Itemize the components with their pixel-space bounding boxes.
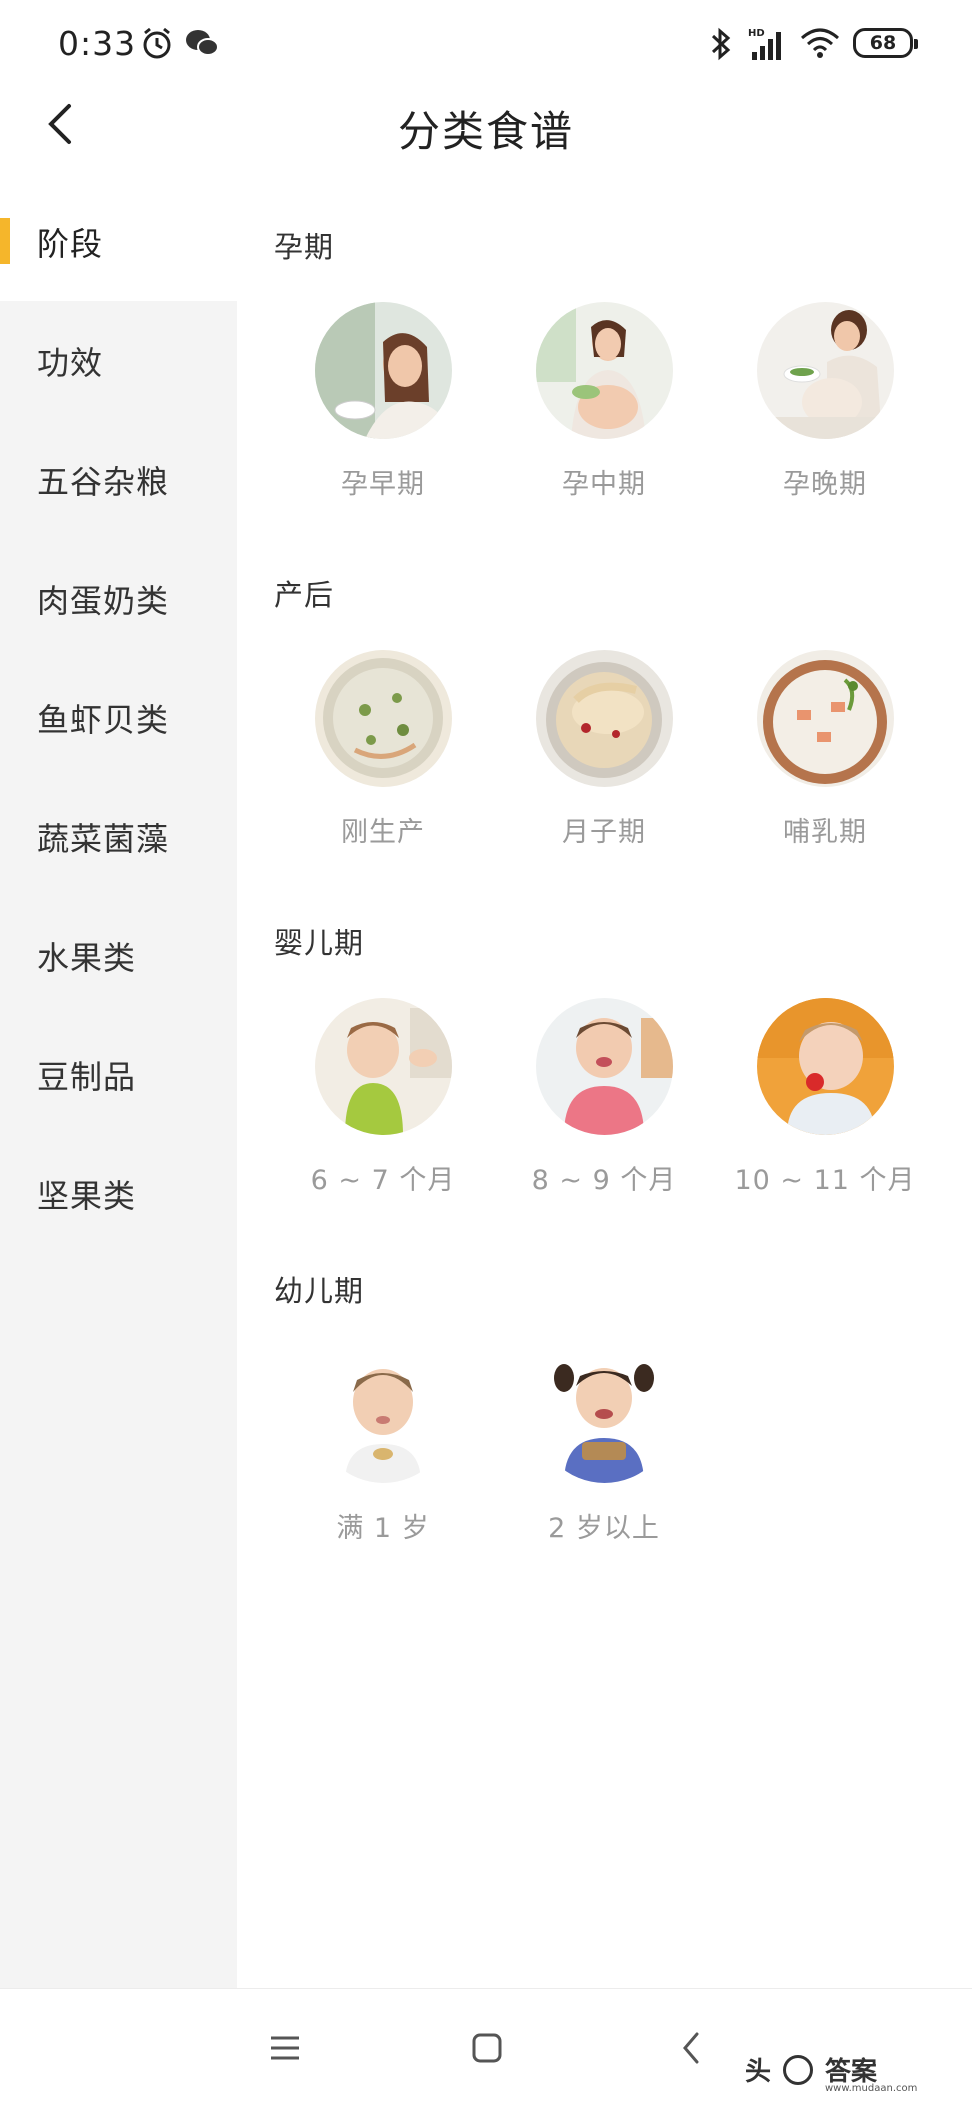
category-label: 2 岁以上 [548, 1513, 660, 1544]
category-label: 满 1 岁 [336, 1513, 430, 1544]
sidebar-item-grains[interactable]: 五谷杂粮 [0, 420, 237, 539]
category-photo [536, 1346, 673, 1483]
svg-text:HD: HD [748, 28, 765, 39]
category-label: 8 ~ 9 个月 [531, 1165, 677, 1196]
sidebar-item-soy[interactable]: 豆制品 [0, 1015, 237, 1134]
category-item[interactable]: 刚生产 [273, 650, 493, 850]
section-title: 产后 [274, 578, 335, 612]
sidebar-item-label: 鱼虾贝类 [37, 700, 170, 739]
sidebar-item-label: 水果类 [37, 938, 137, 977]
category-item[interactable]: 孕晚期 [715, 302, 935, 502]
status-time: 0:33 [58, 24, 137, 63]
back-chevron-icon [681, 2031, 701, 2069]
category-item[interactable]: 8 ~ 9 个月 [494, 998, 714, 1198]
sidebar-item-label: 五谷杂粮 [37, 462, 170, 501]
home-button[interactable] [462, 2025, 512, 2075]
page-title: 分类食谱 [397, 107, 574, 156]
menu-icon [269, 2034, 301, 2066]
category-item[interactable]: 哺乳期 [715, 650, 935, 850]
category-label: 哺乳期 [783, 817, 867, 848]
sidebar-item-seafood[interactable]: 鱼虾贝类 [0, 658, 237, 777]
category-photo [536, 302, 673, 439]
status-bar: 0:33 HD 68 [0, 0, 972, 88]
category-photo [757, 998, 894, 1135]
category-grid: 6 ~ 7 个月 8 ~ 9 个月 10 ~ 11 个月 [237, 998, 972, 1198]
watermark-logo-icon [783, 2054, 814, 2085]
category-label: 孕晚期 [783, 469, 867, 500]
category-label: 10 ~ 11 个月 [734, 1165, 916, 1196]
sidebar-item-label: 阶段 [37, 224, 104, 263]
category-photo [315, 650, 452, 787]
category-photo [315, 302, 452, 439]
sidebar-item-meat-egg-dairy[interactable]: 肉蛋奶类 [0, 539, 237, 658]
section-title: 幼儿期 [274, 1274, 365, 1308]
category-item[interactable]: 孕中期 [494, 302, 714, 502]
sidebar-item-label: 功效 [37, 343, 104, 382]
category-item[interactable]: 月子期 [494, 650, 714, 850]
sidebar-item-vegetables[interactable]: 蔬菜菌藻 [0, 777, 237, 896]
category-grid: 刚生产 月子期 哺乳期 [237, 650, 972, 850]
watermark: 头 答案 www.mudaan.com [745, 2051, 917, 2094]
category-sidebar: 阶段 功效 五谷杂粮 肉蛋奶类 鱼虾贝类 蔬菜菌藻 水果类 豆制品 坚果类 [0, 182, 237, 1988]
recipe-category-content: 孕期 孕早期 孕中期 孕晚期 产后 刚生产 月子期 哺乳期 婴儿期 6 ~ 7 … [237, 182, 972, 1988]
wifi-icon [800, 26, 840, 64]
section-pregnancy: 孕期 孕早期 孕中期 孕晚期 [237, 182, 972, 530]
category-item[interactable]: 6 ~ 7 个月 [273, 998, 493, 1198]
wechat-icon [184, 26, 220, 64]
category-photo [757, 302, 894, 439]
sidebar-item-label: 蔬菜菌藻 [37, 819, 170, 858]
watermark-prefix: 头 [745, 2057, 772, 2087]
system-back-button[interactable] [666, 2025, 716, 2075]
category-photo [536, 998, 673, 1135]
category-photo [536, 650, 673, 787]
category-label: 月子期 [562, 817, 646, 848]
battery-indicator: 68 [853, 28, 918, 58]
section-title: 婴儿期 [274, 926, 365, 960]
sidebar-item-label: 坚果类 [37, 1176, 137, 1215]
sidebar-item-fruit[interactable]: 水果类 [0, 896, 237, 1015]
category-item[interactable]: 满 1 岁 [273, 1346, 493, 1546]
hd-signal-icon: HD [748, 26, 788, 66]
category-item[interactable]: 10 ~ 11 个月 [715, 998, 935, 1198]
category-label: 孕中期 [562, 469, 646, 500]
category-item[interactable]: 2 岁以上 [494, 1346, 714, 1546]
category-label: 6 ~ 7 个月 [310, 1165, 456, 1196]
category-grid: 满 1 岁 2 岁以上 [237, 1346, 972, 1546]
system-nav-bar: 头 答案 www.mudaan.com [0, 1988, 972, 2106]
category-photo [757, 650, 894, 787]
recent-apps-button[interactable] [260, 2025, 310, 2075]
category-photo [315, 998, 452, 1135]
section-toddler: 幼儿期 满 1 岁 2 岁以上 [237, 1226, 972, 1574]
section-postpartum: 产后 刚生产 月子期 哺乳期 [237, 530, 972, 878]
sidebar-item-label: 肉蛋奶类 [37, 581, 170, 620]
section-title: 孕期 [274, 230, 335, 264]
sidebar-item-label: 豆制品 [37, 1057, 137, 1096]
header: 分类食谱 [0, 88, 972, 168]
category-photo [315, 1346, 452, 1483]
section-infant: 婴儿期 6 ~ 7 个月 8 ~ 9 个月 10 ~ 11 个月 [237, 878, 972, 1226]
home-square-icon [471, 2032, 503, 2068]
bluetooth-icon [708, 26, 734, 66]
sidebar-item-nuts[interactable]: 坚果类 [0, 1134, 237, 1253]
alarm-icon [140, 26, 174, 64]
sidebar-item-stage[interactable]: 阶段 [0, 182, 237, 301]
sidebar-item-efficacy[interactable]: 功效 [0, 301, 237, 420]
category-item[interactable]: 孕早期 [273, 302, 493, 502]
category-label: 孕早期 [341, 469, 425, 500]
category-grid: 孕早期 孕中期 孕晚期 [237, 302, 972, 502]
category-label: 刚生产 [341, 817, 425, 848]
watermark-url: www.mudaan.com [825, 2083, 918, 2094]
